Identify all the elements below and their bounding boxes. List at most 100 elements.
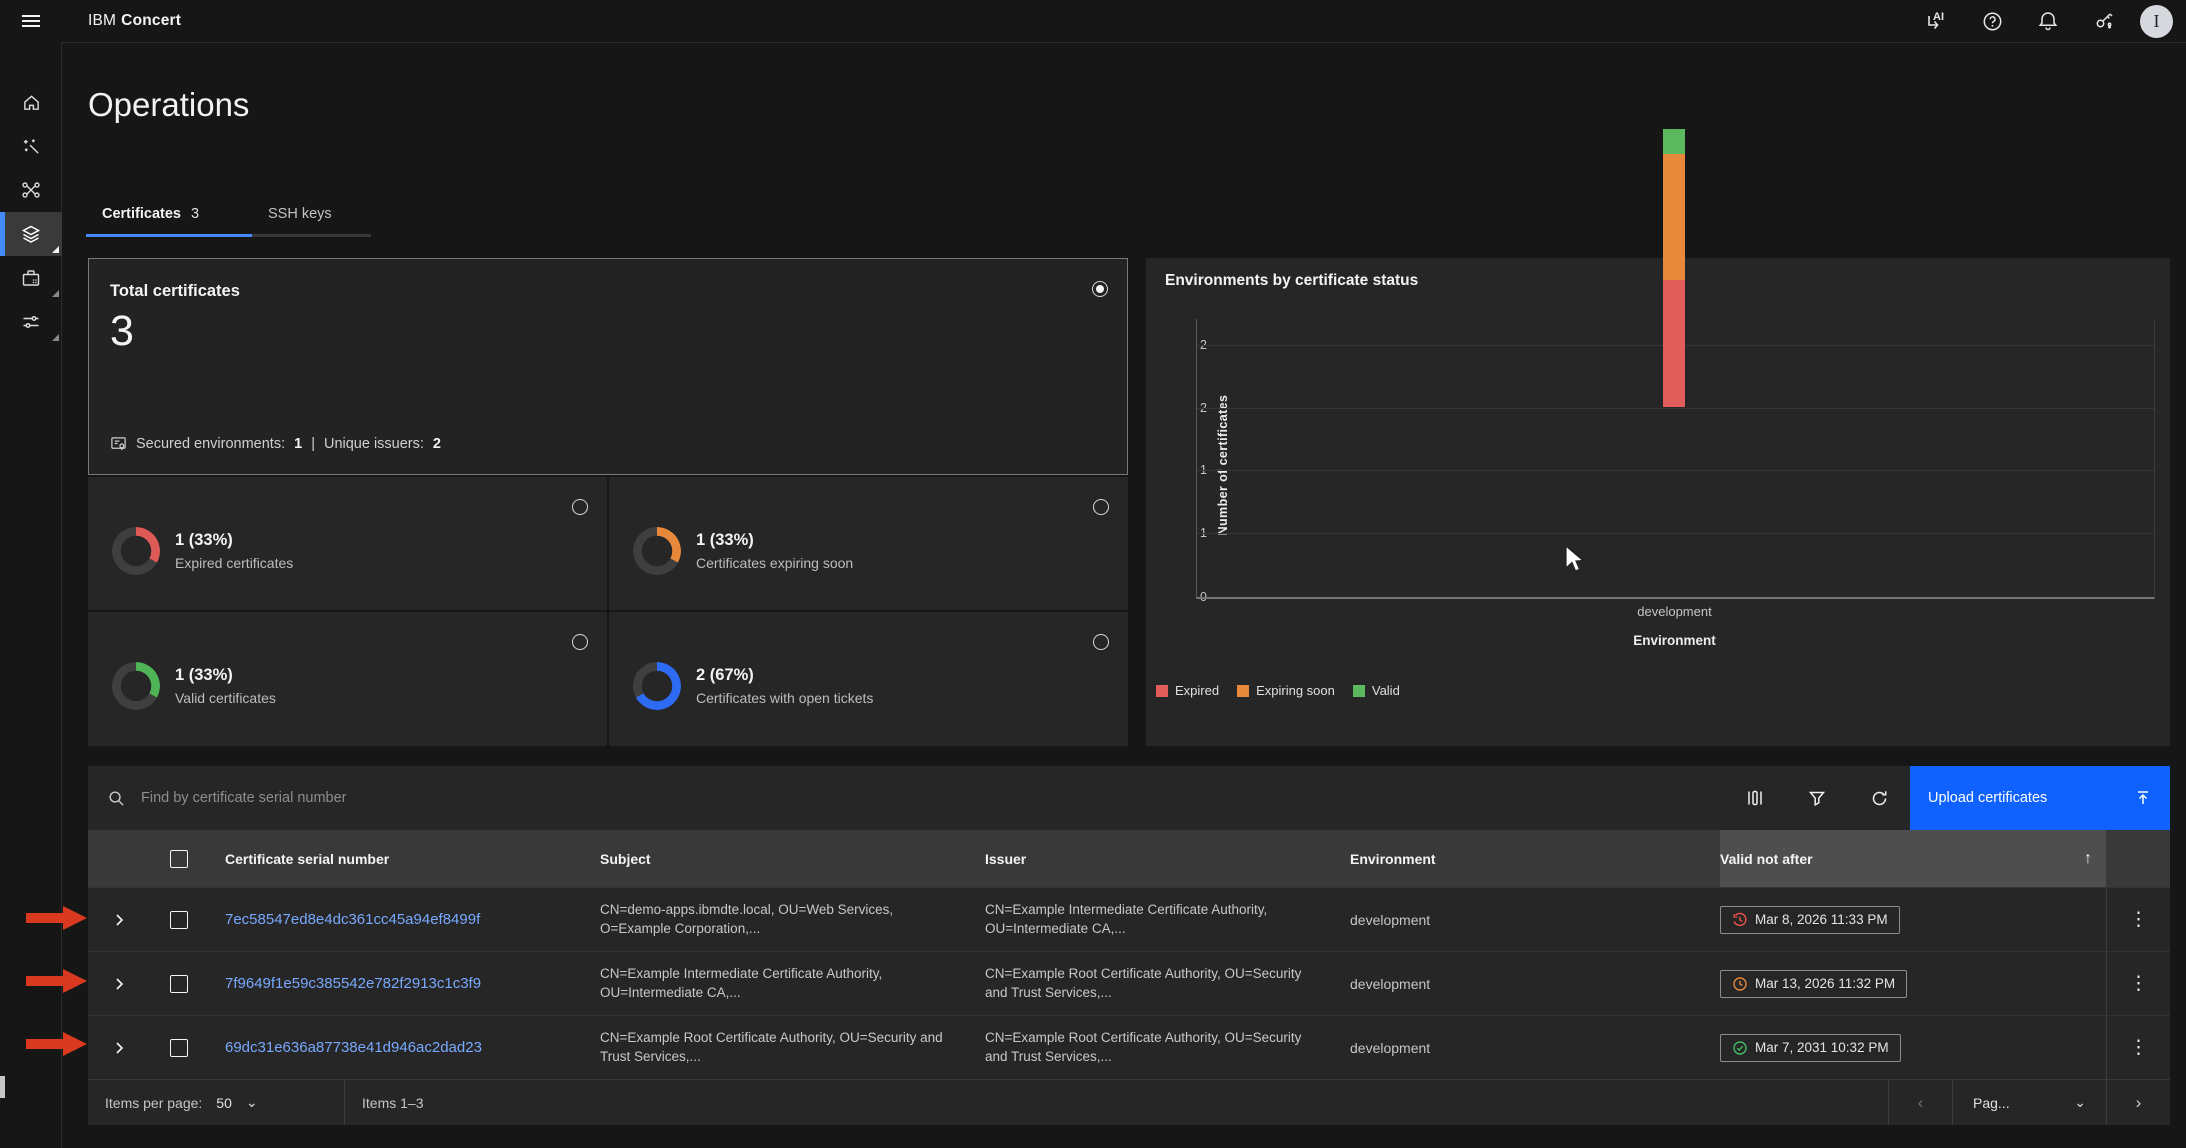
layers-icon xyxy=(21,224,41,244)
status-tiles: 1 (33%) Expired certificates 1 (33%) Cer… xyxy=(88,477,1128,746)
svg-text:AI: AI xyxy=(1933,11,1944,23)
toolbox-icon xyxy=(21,268,41,288)
column-settings-button[interactable] xyxy=(1724,766,1786,830)
row-overflow-menu[interactable]: ⋮ xyxy=(2106,888,2170,951)
search-icon xyxy=(108,790,125,807)
sidebar-item-assistant[interactable] xyxy=(0,124,62,168)
tile-expired-radio[interactable] xyxy=(572,499,588,515)
sidebar-item-home[interactable] xyxy=(0,80,62,124)
ibm-concert-app: IBMConcert AI xyxy=(0,0,2186,1148)
column-header-subject[interactable]: Subject xyxy=(600,851,985,867)
subject-cell: CN=Example Intermediate Certificate Auth… xyxy=(600,965,985,1003)
chevron-down-icon: ⌄ xyxy=(246,1094,258,1111)
tile-valid-value: 1 (33%) xyxy=(175,666,276,685)
certificate-icon xyxy=(110,435,127,452)
notifications-bell-icon[interactable] xyxy=(2020,0,2076,42)
network-nodes-icon xyxy=(21,180,41,200)
sort-ascending-icon[interactable]: ↑ xyxy=(2084,850,2092,868)
tile-valid-radio[interactable] xyxy=(572,634,588,650)
help-icon[interactable] xyxy=(1964,0,2020,42)
issuer-cell: CN=Example Intermediate Certificate Auth… xyxy=(985,901,1350,939)
upload-icon xyxy=(2134,789,2152,807)
previous-page-button[interactable]: ‹ xyxy=(1889,1080,1952,1125)
tab-ssh-keys[interactable]: SSH keys xyxy=(252,193,371,237)
legend-item-expired[interactable]: Expired xyxy=(1156,683,1219,698)
separator: | xyxy=(311,436,315,452)
page-title: Operations xyxy=(88,86,249,124)
refresh-button[interactable] xyxy=(1848,766,1910,830)
tile-tickets-label: Certificates with open tickets xyxy=(696,690,873,706)
tile-expiring-radio[interactable] xyxy=(1093,499,1109,515)
expired-clock-icon xyxy=(1732,912,1748,928)
items-per-page-select[interactable]: 50 ⌄ xyxy=(216,1094,257,1111)
tile-expiring-soon[interactable]: 1 (33%) Certificates expiring soon xyxy=(609,477,1128,610)
column-header-environment[interactable]: Environment xyxy=(1350,851,1720,867)
row-overflow-menu[interactable]: ⋮ xyxy=(2106,952,2170,1015)
tile-expiring-value: 1 (33%) xyxy=(696,531,853,550)
certificate-serial-link[interactable]: 69dc31e636a87738e41d946ac2dad23 xyxy=(225,1039,600,1056)
ai-translate-icon[interactable]: AI xyxy=(1908,0,1964,42)
certificate-serial-link[interactable]: 7ec58547ed8e4dc361cc45a94ef8499f xyxy=(225,911,600,928)
search-input[interactable] xyxy=(139,789,1724,807)
tab-ssh-keys-label: SSH keys xyxy=(268,206,332,222)
tile-valid-certificates[interactable]: 1 (33%) Valid certificates xyxy=(88,612,607,746)
unique-issuers-value: 2 xyxy=(433,436,441,452)
expiring-clock-icon xyxy=(1732,976,1748,992)
total-certificates-value: 3 xyxy=(110,307,134,356)
next-page-button[interactable]: › xyxy=(2107,1080,2170,1125)
issuer-cell: CN=Example Root Certificate Authority, O… xyxy=(985,1029,1350,1067)
stacked-bar-development xyxy=(1663,129,1685,407)
tile-open-tickets[interactable]: 2 (67%) Certificates with open tickets xyxy=(609,612,1128,746)
items-per-page-label: Items per page: xyxy=(105,1095,202,1111)
select-all-checkbox[interactable] xyxy=(170,850,188,868)
unique-issuers-label: Unique issuers: xyxy=(324,436,424,452)
subject-cell: CN=Example Root Certificate Authority, O… xyxy=(600,1029,985,1067)
expired-donut-chart xyxy=(112,527,160,575)
mouse-cursor xyxy=(1564,545,1586,575)
valid-not-after-badge: Mar 13, 2026 11:32 PM xyxy=(1720,970,1907,998)
column-header-issuer[interactable]: Issuer xyxy=(985,851,1350,867)
row-overflow-menu[interactable]: ⋮ xyxy=(2106,1016,2170,1079)
search-box xyxy=(88,766,1724,830)
tile-tickets-value: 2 (67%) xyxy=(696,666,873,685)
menu-icon[interactable] xyxy=(0,0,62,42)
legend-item-expiring-soon[interactable]: Expiring soon xyxy=(1237,683,1335,698)
sidebar-item-topology[interactable] xyxy=(0,168,62,212)
items-range-text: Items 1–3 xyxy=(345,1080,1888,1125)
certificate-serial-link[interactable]: 7f9649f1e59c385542e782f2913c1c3f9 xyxy=(225,975,600,992)
tab-bar: Certificates 3 SSH keys xyxy=(86,193,371,237)
column-header-serial[interactable]: Certificate serial number xyxy=(225,851,600,867)
table-row: 69dc31e636a87738e41d946ac2dad23 CN=Examp… xyxy=(88,1015,2170,1079)
user-access-key-icon[interactable] xyxy=(2076,0,2132,42)
expand-row-chevron[interactable] xyxy=(88,977,150,991)
header-menu-spacer xyxy=(2106,830,2170,887)
certificates-summary: Total certificates 3 Secured environment… xyxy=(88,258,1128,746)
environments-chart-card: Environments by certificate status Numbe… xyxy=(1146,258,2170,746)
row-checkbox[interactable] xyxy=(170,911,188,929)
sidebar-item-settings[interactable] xyxy=(0,300,62,344)
tile-tickets-radio[interactable] xyxy=(1093,634,1109,650)
sidebar-item-operations[interactable] xyxy=(0,212,62,256)
total-card-radio-selected[interactable] xyxy=(1092,281,1108,297)
row-checkbox[interactable] xyxy=(170,1039,188,1057)
column-header-valid-not-after[interactable]: Valid not after ↑ xyxy=(1720,830,2106,887)
legend-swatch-valid xyxy=(1353,685,1365,697)
page-select[interactable]: Pag... ⌄ xyxy=(1953,1080,2106,1125)
expand-row-chevron[interactable] xyxy=(88,913,150,927)
annotation-arrow xyxy=(26,905,88,931)
filter-button[interactable] xyxy=(1786,766,1848,830)
expand-row-chevron[interactable] xyxy=(88,1041,150,1055)
row-checkbox[interactable] xyxy=(170,975,188,993)
upload-certificates-button[interactable]: Upload certificates xyxy=(1910,766,2170,830)
total-certificates-card[interactable]: Total certificates 3 Secured environment… xyxy=(88,258,1128,475)
secured-environments-label: Secured environments: xyxy=(136,436,285,452)
expiring-donut-chart xyxy=(633,527,681,575)
avatar[interactable]: I xyxy=(2140,5,2173,38)
tile-expired-certificates[interactable]: 1 (33%) Expired certificates xyxy=(88,477,607,610)
bar-segment-expired xyxy=(1663,280,1685,407)
sidebar-item-toolbox[interactable] xyxy=(0,256,62,300)
tile-valid-label: Valid certificates xyxy=(175,690,276,706)
tab-certificates[interactable]: Certificates 3 xyxy=(86,193,252,237)
chart-x-axis-label: Environment xyxy=(1346,633,2003,648)
legend-item-valid[interactable]: Valid xyxy=(1353,683,1400,698)
